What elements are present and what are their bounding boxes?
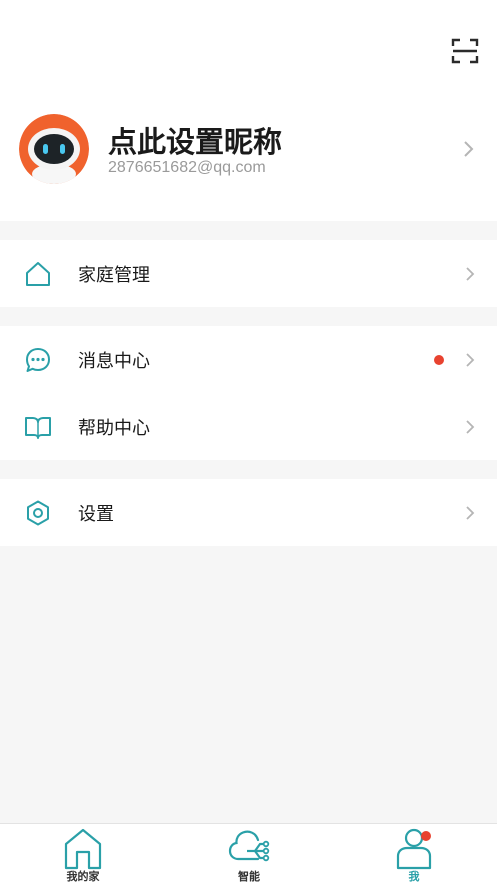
chevron-right-icon xyxy=(466,505,475,520)
family-card: 家庭管理 xyxy=(0,240,497,307)
settings-hexagon-icon xyxy=(27,500,49,525)
unread-badge xyxy=(421,831,431,841)
tab-label: 智能 xyxy=(238,870,260,883)
nickname[interactable]: 点此设置昵称 xyxy=(108,119,282,161)
email: 2876651682@qq.com xyxy=(108,159,266,176)
menu-item-label: 设置 xyxy=(78,503,114,525)
menu-item-family-management[interactable]: 家庭管理 xyxy=(0,240,497,307)
home-icon xyxy=(26,261,50,286)
unread-badge xyxy=(434,354,444,365)
menu-item-message-center[interactable]: 消息中心 xyxy=(0,326,497,393)
chevron-right-icon xyxy=(466,352,475,367)
menu-item-label: 消息中心 xyxy=(78,350,150,372)
avatar[interactable] xyxy=(19,114,89,184)
menu-item-settings[interactable]: 设置 xyxy=(0,479,497,546)
bottom-tab-bar: 我的家 智能 我 xyxy=(0,823,497,883)
chevron-right-icon[interactable] xyxy=(461,140,475,158)
scan-button[interactable] xyxy=(450,36,480,66)
tab-home[interactable]: 我的家 xyxy=(33,824,133,883)
tab-smart[interactable]: 智能 xyxy=(199,824,299,883)
cloud-smart-icon xyxy=(228,830,270,862)
chat-bubble-icon xyxy=(26,347,50,372)
support-card: 消息中心 帮助中心 xyxy=(0,326,497,460)
menu-item-label: 家庭管理 xyxy=(78,264,150,286)
home-icon xyxy=(64,828,102,870)
menu-item-label: 帮助中心 xyxy=(78,417,150,439)
book-icon xyxy=(25,416,51,439)
scan-icon xyxy=(451,38,479,64)
robot-avatar-icon xyxy=(19,114,89,184)
tab-me[interactable]: 我 xyxy=(364,824,464,883)
chevron-right-icon xyxy=(466,419,475,434)
menu-item-help-center[interactable]: 帮助中心 xyxy=(0,393,497,460)
settings-card: 设置 xyxy=(0,479,497,546)
chevron-right-icon xyxy=(466,266,475,281)
profile-header: 点此设置昵称 2876651682@qq.com xyxy=(0,0,497,221)
tab-label: 我的家 xyxy=(66,870,100,883)
tab-label: 我 xyxy=(408,870,420,883)
